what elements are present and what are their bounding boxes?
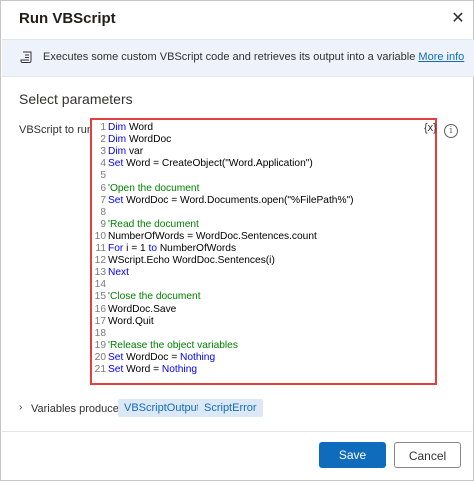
code-line: 8	[92, 207, 108, 219]
line-number: 4	[100, 158, 106, 170]
code-line: 15 'Close the document	[92, 291, 201, 303]
code-keyword: Dim	[108, 122, 127, 133]
code-line: 21 Set Word = Nothing	[92, 364, 197, 376]
code-line: 20 Set WordDoc = Nothing	[92, 352, 215, 364]
line-number: 17	[94, 315, 106, 327]
code-text: var	[126, 146, 144, 158]
line-number: 18	[94, 327, 106, 339]
code-text: NumberOfWords = WordDoc.Sentences.count	[108, 230, 317, 242]
code-text: NumberOfWords	[156, 243, 237, 254]
code-text: WordDoc =	[123, 351, 181, 363]
code-keyword: Set	[108, 364, 124, 375]
dialog-title: Run VBScript	[19, 10, 116, 27]
banner-text: Executes some custom VBScript code and r…	[43, 51, 464, 63]
line-number: 5	[100, 170, 106, 182]
line-number: 14	[94, 279, 106, 291]
line-number: 20	[94, 351, 106, 363]
line-number: 21	[94, 364, 106, 375]
code-line: 16 WordDoc.Save	[92, 303, 177, 316]
code-keyword: Dim	[108, 134, 127, 146]
code-line: 19 'Release the object variables	[92, 340, 238, 352]
info-icon[interactable]: i	[444, 124, 458, 138]
variable-chip-vbscriptoutput[interactable]: VBScriptOutput	[118, 399, 206, 417]
code-line: 10 NumberOfWords = WordDoc.Sentences.coun…	[92, 231, 317, 243]
code-text: WordDoc = Word.Documents.open("%FilePath…	[123, 194, 354, 206]
code-keyword: Set	[108, 351, 124, 363]
line-number: 16	[94, 303, 106, 315]
code-text: i = 1	[123, 243, 149, 254]
save-button[interactable]: Save	[319, 442, 386, 468]
insert-variable-button[interactable]: {x}	[424, 122, 437, 134]
info-banner: Executes some custom VBScript code and r…	[2, 39, 474, 77]
code-line: 17 Word.Quit	[92, 316, 154, 328]
code-keyword: Next	[108, 267, 129, 279]
vbscript-field-label: VBScript to run:	[19, 124, 97, 136]
code-comment: 'Read the document	[108, 218, 199, 230]
variable-chip-scripterror[interactable]: ScriptError	[198, 399, 263, 417]
code-text: Word =	[123, 364, 162, 375]
close-icon[interactable]: ✕	[448, 9, 468, 29]
code-keyword: Nothing	[161, 364, 198, 375]
code-text: WScript.Echo WordDoc.Sentences(i)	[108, 255, 275, 267]
line-number: 19	[94, 339, 106, 351]
code-line: 3 Dim var	[92, 146, 143, 158]
code-keyword: Dim	[108, 146, 127, 158]
code-line: 11 For i = 1 to NumberOfWords	[92, 243, 236, 255]
code-line: 18	[92, 328, 108, 340]
script-scroll-icon	[20, 51, 32, 63]
code-comment: 'Open the document	[108, 182, 200, 194]
line-number: 9	[100, 218, 106, 230]
footer-divider	[2, 431, 474, 432]
line-number: 6	[100, 182, 106, 194]
line-number: 7	[100, 194, 106, 206]
code-text: WordDoc.Save	[108, 303, 177, 315]
vbscript-code-editor[interactable]: 1 Dim Word 2 Dim WordDoc 3 Dim var 4 Set Word =…	[90, 118, 437, 385]
code-line: 12 WScript.Echo WordDoc.Sentences(i)	[92, 255, 275, 267]
line-number: 2	[100, 134, 106, 146]
chevron-right-icon[interactable]: ›	[19, 402, 22, 413]
line-number: 11	[95, 243, 106, 254]
run-vbscript-dialog: Run VBScript ✕ Executes some custom VBSc…	[0, 0, 474, 481]
code-text: Word	[126, 122, 154, 133]
code-text: WordDoc	[126, 134, 172, 146]
code-line: 9 'Read the document	[92, 219, 199, 231]
code-line: 5	[92, 170, 108, 182]
variables-produced-label: Variables produced	[31, 403, 125, 415]
code-line: 4 Set Word = CreateObject("Word.Applicati…	[92, 158, 313, 170]
code-line: 13 Next	[92, 267, 129, 279]
line-number: 10	[94, 230, 106, 242]
code-line: 14	[92, 279, 108, 291]
code-comment: 'Close the document	[108, 291, 201, 303]
code-comment: 'Release the object variables	[108, 339, 238, 351]
banner-description: Executes some custom VBScript code and r…	[43, 51, 419, 63]
code-keyword: Nothing	[180, 351, 216, 363]
code-line: 6 'Open the document	[92, 183, 199, 195]
more-info-link[interactable]: More info	[418, 51, 464, 63]
code-keyword: Set	[108, 158, 124, 170]
code-line: 7 Set WordDoc = Word.Documents.open("%Fil…	[92, 194, 354, 207]
cancel-button[interactable]: Cancel	[394, 442, 461, 468]
code-line: 1 Dim Word	[92, 122, 153, 134]
code-text: Word = CreateObject("Word.Application")	[123, 158, 313, 170]
code-keyword: Set	[108, 194, 124, 206]
line-number: 13	[94, 267, 106, 279]
section-title: Select parameters	[19, 91, 133, 107]
code-keyword: to	[148, 243, 157, 254]
code-text: Word.Quit	[108, 315, 154, 327]
code-line: 2 Dim WordDoc	[92, 134, 171, 146]
line-number: 1	[100, 122, 106, 133]
line-number: 8	[100, 206, 106, 218]
code-keyword: For	[108, 243, 124, 254]
line-number: 15	[94, 291, 106, 303]
line-number: 12	[94, 255, 106, 267]
line-number: 3	[100, 146, 106, 158]
